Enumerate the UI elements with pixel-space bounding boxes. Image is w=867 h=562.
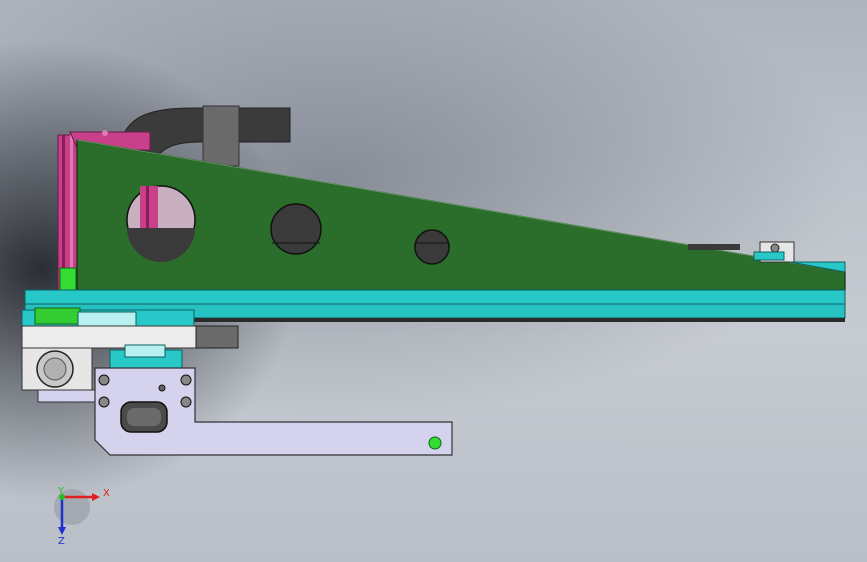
gusset-hole-1 <box>126 185 196 262</box>
cad-viewport[interactable]: X Y Z <box>0 0 867 562</box>
x-axis-label: X <box>103 488 110 499</box>
tip-part[interactable] <box>688 244 740 250</box>
lavender-l-bracket[interactable] <box>94 367 453 456</box>
gusset-hole-2 <box>270 203 322 255</box>
cyan-clamp[interactable] <box>109 344 183 371</box>
green-block[interactable] <box>59 267 77 291</box>
z-axis-label: Z <box>58 536 65 547</box>
axis-triad: X Y Z <box>54 486 110 547</box>
gusset-hole-3 <box>414 229 450 265</box>
y-axis-label: Y <box>57 486 65 497</box>
green-gusset-plate[interactable] <box>76 139 846 291</box>
cad-model[interactable]: X Y Z <box>0 0 867 562</box>
